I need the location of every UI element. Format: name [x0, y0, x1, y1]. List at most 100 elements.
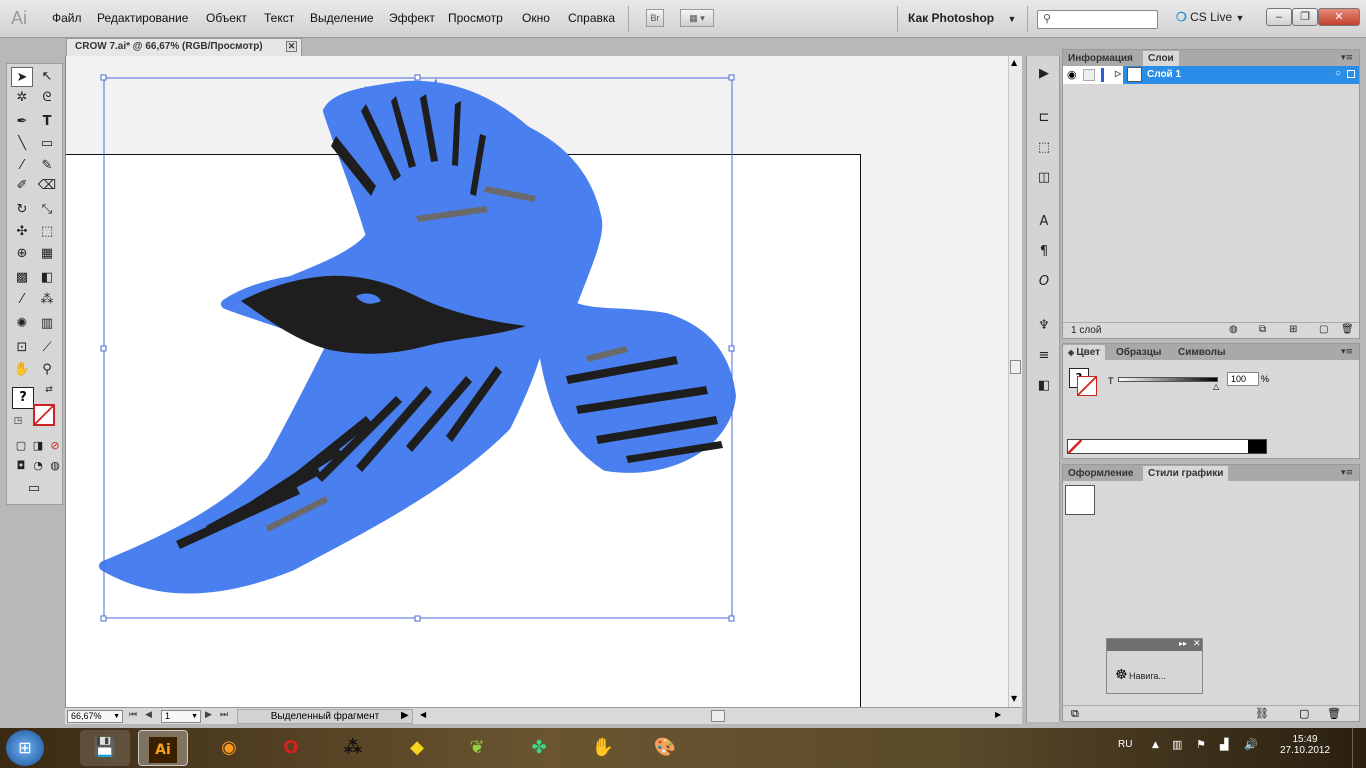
- float-titlebar[interactable]: ▸▸ ✕: [1107, 639, 1202, 651]
- last-artboard-icon[interactable]: ⏭: [220, 710, 228, 720]
- visibility-eye-icon[interactable]: ◉: [1067, 68, 1077, 81]
- paint-app-icon[interactable]: 🎨: [640, 730, 690, 766]
- layer-row[interactable]: ◉ ▷ Слой 1 ○: [1063, 66, 1359, 84]
- align-panel-icon[interactable]: ⊏: [1033, 108, 1055, 128]
- system-clock[interactable]: 15:49 27.10.2012: [1272, 734, 1338, 756]
- prev-artboard-icon[interactable]: ◀: [145, 710, 152, 720]
- flag-icon[interactable]: ⚑: [1196, 738, 1206, 751]
- blob-brush-tool-icon[interactable]: ✐: [11, 176, 33, 196]
- tab-color[interactable]: ◈ Цвет: [1063, 345, 1106, 360]
- tab-swatches[interactable]: Образцы: [1111, 345, 1166, 360]
- menu-help[interactable]: Справка: [568, 11, 615, 25]
- stroke-panel-icon[interactable]: ≡: [1033, 346, 1055, 366]
- tool-app-icon[interactable]: ✋: [578, 730, 628, 766]
- tab-graphic-styles[interactable]: Стили графики: [1143, 466, 1229, 481]
- menu-view[interactable]: Просмотр: [448, 11, 503, 25]
- tint-slider[interactable]: △: [1118, 377, 1219, 391]
- new-style-icon[interactable]: ▢: [1299, 707, 1309, 720]
- language-indicator[interactable]: RU: [1118, 739, 1132, 750]
- menu-object[interactable]: Объект: [206, 11, 247, 25]
- target-icon[interactable]: ○: [1335, 68, 1341, 79]
- break-link-icon[interactable]: ⛓: [1255, 707, 1269, 720]
- column-graph-tool-icon[interactable]: ▥: [36, 314, 58, 334]
- stroke-swatch[interactable]: [33, 404, 55, 426]
- rotate-tool-icon[interactable]: ↻: [11, 200, 33, 220]
- close-tab-icon[interactable]: ✕: [286, 41, 297, 52]
- pen-tool-icon[interactable]: ✒: [11, 112, 33, 132]
- zoom-field[interactable]: 66,67% ▼: [67, 710, 123, 723]
- save-app-icon[interactable]: 💾: [80, 730, 130, 766]
- scroll-down-icon[interactable]: ▼: [1011, 694, 1017, 703]
- menu-edit[interactable]: Редактирование: [97, 11, 188, 25]
- free-transform-tool-icon[interactable]: ⬚: [36, 222, 58, 242]
- collapse-icon[interactable]: ▸▸: [1179, 639, 1187, 648]
- tint-value-field[interactable]: 100: [1227, 372, 1259, 386]
- volume-icon[interactable]: 🔊: [1244, 738, 1258, 751]
- symbol-sprayer-tool-icon[interactable]: ✺: [11, 314, 33, 334]
- screen-mode-icon[interactable]: ▭: [23, 479, 45, 499]
- blend-tool-icon[interactable]: ⁂: [36, 290, 58, 310]
- first-artboard-icon[interactable]: ⏮: [129, 710, 137, 720]
- hand-tool-icon[interactable]: ✋: [11, 360, 33, 380]
- new-layer-icon[interactable]: ▢: [1319, 324, 1328, 335]
- lock-toggle[interactable]: [1083, 69, 1095, 81]
- warp-tool-icon[interactable]: ✣: [11, 222, 33, 242]
- artboard-tool-icon[interactable]: ⊡: [11, 338, 33, 358]
- opera-app-icon[interactable]: O: [266, 730, 316, 766]
- panel-menu-icon[interactable]: ▾≡: [1341, 347, 1353, 357]
- show-desktop-button[interactable]: [1352, 728, 1366, 768]
- menu-effect[interactable]: Эффект: [389, 11, 435, 25]
- slider-handle-icon[interactable]: △: [1213, 382, 1219, 391]
- brushes-panel-icon[interactable]: ♆: [1033, 316, 1055, 336]
- status-info[interactable]: Выделенный фрагмент: [237, 709, 413, 724]
- menu-window[interactable]: Окно: [522, 11, 550, 25]
- fill-swatch[interactable]: ?: [12, 387, 34, 409]
- zoom-tool-icon[interactable]: ⚲: [36, 360, 58, 380]
- pencil-tool-icon[interactable]: ✎: [36, 156, 58, 176]
- scroll-thumb[interactable]: [1010, 360, 1021, 374]
- gradient-panel-icon[interactable]: ◧: [1033, 376, 1055, 396]
- folder-app-icon[interactable]: ◆: [392, 730, 442, 766]
- tab-info[interactable]: Информация: [1063, 51, 1138, 66]
- horizontal-scroll-thumb[interactable]: [711, 710, 725, 722]
- media-app-icon[interactable]: ◉: [204, 730, 254, 766]
- search-input[interactable]: ⚲: [1037, 10, 1158, 29]
- new-sublayer-icon[interactable]: ⊞: [1289, 324, 1297, 335]
- shape-builder-tool-icon[interactable]: ⊕: [11, 244, 33, 264]
- expand-arrow-icon[interactable]: ▷: [1115, 69, 1121, 78]
- artboard-number-field[interactable]: 1 ▼: [161, 710, 201, 723]
- bridge-button[interactable]: Br: [646, 9, 664, 27]
- status-menu-arrow-icon[interactable]: ▶: [401, 710, 409, 721]
- color-spectrum[interactable]: [1067, 439, 1267, 454]
- scale-tool-icon[interactable]: ⤡: [36, 200, 58, 220]
- cs-live-button[interactable]: ❍ CS Live ▼: [1176, 10, 1244, 24]
- character-panel-icon[interactable]: A: [1033, 212, 1055, 232]
- slice-tool-icon[interactable]: ⟋: [36, 338, 58, 358]
- opentype-panel-icon[interactable]: O: [1033, 272, 1055, 292]
- close-icon[interactable]: ✕: [1193, 639, 1201, 649]
- type-tool-icon[interactable]: T: [36, 112, 58, 132]
- paintbrush-tool-icon[interactable]: ⁄: [11, 156, 33, 176]
- menu-file[interactable]: Файл: [52, 11, 82, 25]
- actions-panel-icon[interactable]: ▶: [1033, 64, 1055, 84]
- tray-arrow-icon[interactable]: ▲: [1152, 740, 1159, 750]
- scroll-up-icon[interactable]: ▲: [1011, 58, 1017, 67]
- none-mode-icon[interactable]: ⊘: [44, 436, 66, 456]
- transform-panel-icon[interactable]: ⬚: [1033, 138, 1055, 158]
- minimize-button[interactable]: –: [1266, 8, 1292, 26]
- vertical-scrollbar[interactable]: ▲ ▼: [1008, 56, 1022, 707]
- pathfinder-panel-icon[interactable]: ◫: [1033, 168, 1055, 188]
- scroll-right-icon[interactable]: ▶: [995, 710, 1001, 719]
- delete-style-icon[interactable]: 🗑: [1327, 707, 1341, 720]
- selection-tool-icon[interactable]: ➤: [11, 67, 33, 87]
- illustrator-app-icon[interactable]: Ai: [138, 730, 188, 766]
- line-tool-icon[interactable]: ╲: [11, 134, 33, 154]
- color-stroke-swatch[interactable]: [1077, 376, 1097, 396]
- locate-object-icon[interactable]: ◍: [1229, 324, 1238, 335]
- restore-button[interactable]: ❐: [1292, 8, 1318, 26]
- tab-appearance[interactable]: Оформление: [1063, 466, 1138, 481]
- direct-selection-tool-icon[interactable]: ↖: [36, 67, 58, 87]
- tray-app-icon[interactable]: ▥: [1172, 738, 1182, 751]
- network-icon[interactable]: ▟: [1220, 738, 1228, 751]
- paragraph-panel-icon[interactable]: ¶: [1033, 242, 1055, 262]
